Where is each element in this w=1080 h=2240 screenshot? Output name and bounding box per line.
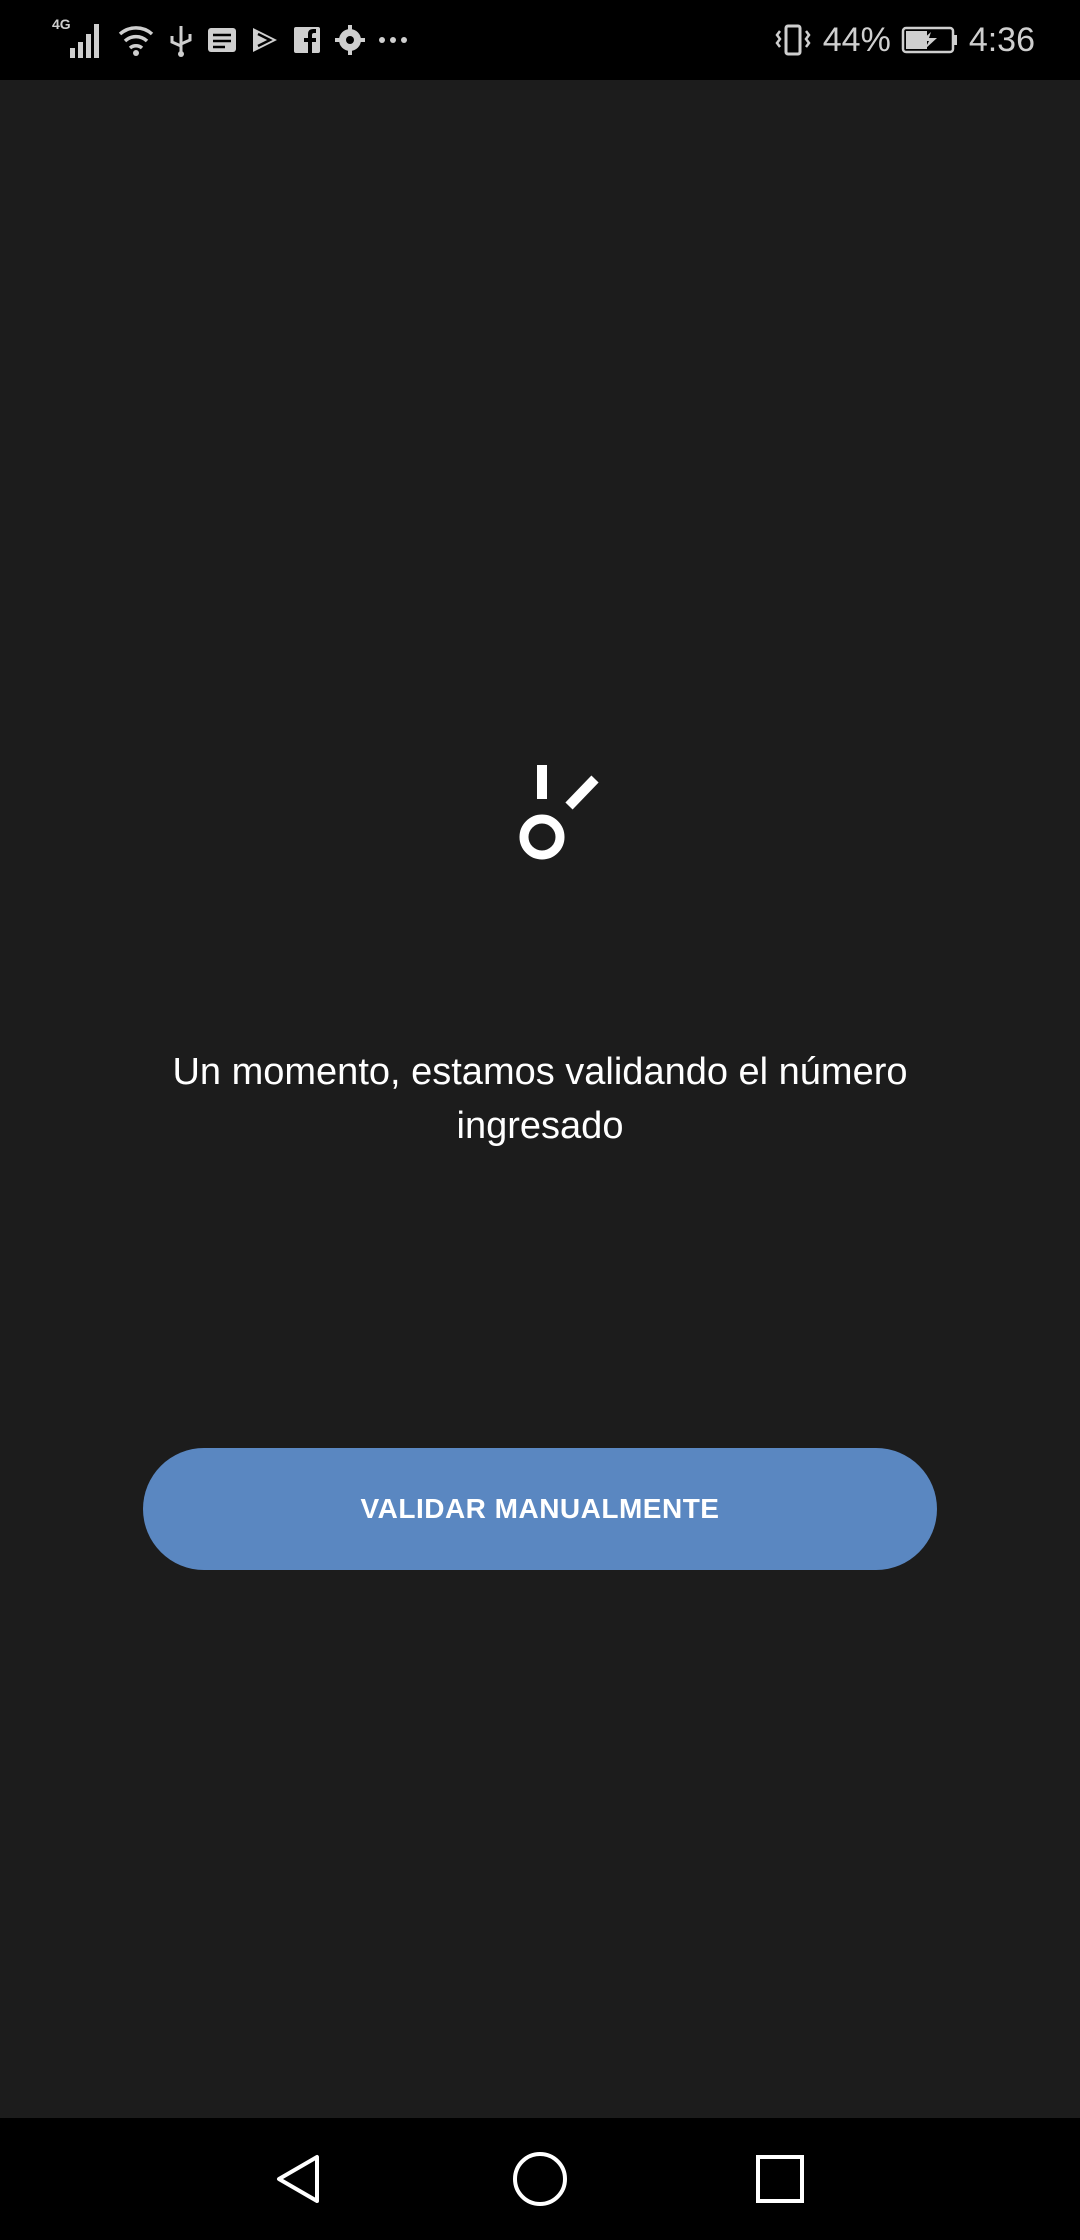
battery-charging-icon [901,25,959,55]
network-label: 4G [52,16,71,32]
status-left: 4G [50,16,408,62]
more-icon [378,35,408,45]
status-bar: 4G 44% 4:36 [0,0,1080,80]
facebook-icon [292,25,322,55]
wifi-icon [116,22,156,58]
status-time: 4:36 [968,21,1035,59]
back-icon[interactable] [264,2144,334,2214]
home-icon[interactable] [505,2144,575,2214]
loading-spinner-icon [505,760,605,870]
status-right: 44% 4:36 [773,14,1035,66]
usb-icon [168,22,194,58]
validation-message: Un momento, estamos validando el número … [172,1051,908,1147]
validate-manually-button[interactable]: VALIDAR MANUALMENTE [143,1448,937,1570]
vibrate-icon [773,23,813,57]
battery-percent: 44% [822,21,891,59]
signal-icon: 4G [50,16,104,60]
screen: 4G 44% 4:36 Un momento, estamos validand… [0,0,1080,2240]
settings-icon [334,24,366,56]
navigation-bar [0,2118,1080,2240]
message-icon [206,25,238,55]
play-store-icon [250,25,280,55]
recents-icon[interactable] [745,2144,815,2214]
